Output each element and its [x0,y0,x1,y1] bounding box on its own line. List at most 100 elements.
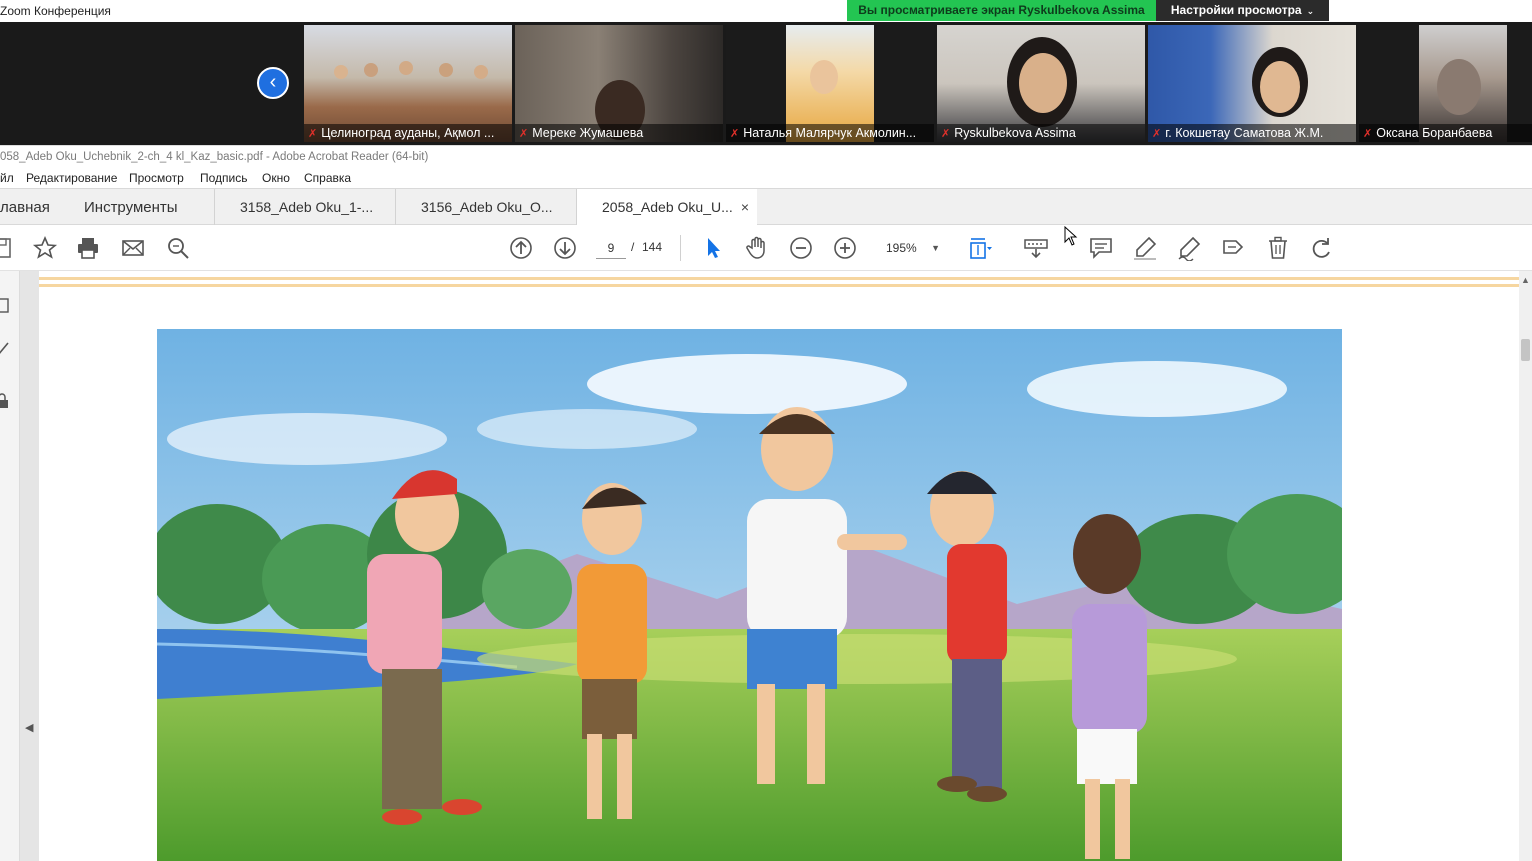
acrobat-titlebar: 058_Adeb Oku_Uchebnik_2-ch_4 kl_Kaz_basi… [0,145,1532,167]
participant-figure [334,65,348,79]
participant-name: ✗ Мереке Жумашева [515,124,723,142]
tab-document-label: 2058_Adeb Oku_U... [602,199,733,215]
participant-name-text: Мереке Жумашева [532,126,644,140]
video-tile[interactable]: ✗ Наталья Малярчук Акмолин... [726,25,934,142]
participant-figure [1019,53,1067,113]
chevron-down-icon: ⌄ [1306,6,1315,16]
zoom-out-icon[interactable] [788,235,814,261]
mouse-cursor-icon [1064,225,1078,251]
textbook-illustration [157,329,1342,861]
scrollbar-thumb[interactable] [1521,339,1530,361]
undo-icon[interactable] [1308,235,1334,261]
tab-document-active[interactable]: 2058_Adeb Oku_U... × [576,189,757,226]
menu-edit[interactable]: Редактирование [26,171,117,185]
chevron-left-icon: ‹ [269,71,277,93]
email-icon[interactable] [120,235,146,261]
chevron-down-icon: ▼ [931,243,940,253]
tab-home[interactable]: лавная [0,199,50,216]
previous-videos-button[interactable]: ‹ [257,67,289,99]
left-navigation-rail [0,271,20,861]
highlight-icon[interactable] [1132,235,1158,261]
zoom-level-value: 195% [886,241,917,255]
participant-name: ✗ Ryskulbekova Assima [937,124,1145,142]
page-separator: / [631,240,635,254]
mic-muted-icon: ✗ [1152,128,1162,140]
mic-muted-icon: ✗ [941,128,951,140]
participant-figure [1437,59,1481,115]
save-icon[interactable] [0,235,16,261]
video-tile[interactable]: ✗ Ryskulbekova Assima [937,25,1145,142]
participant-name-text: Оксана Боранбаева [1376,126,1493,140]
lock-icon[interactable] [0,393,12,409]
video-strip: ‹ ✗ Целиноград ауданы, Ақмол ... ✗ Мереке … [0,22,1532,145]
share-icon[interactable] [1220,235,1246,261]
pdf-page [39,271,1519,861]
select-arrow-icon[interactable] [700,235,726,261]
menu-bar: йл Редактирование Просмотр Подпись Окно … [0,167,1532,188]
zoom-in-icon[interactable] [832,235,858,261]
mic-muted-icon: ✗ [308,128,318,140]
fit-page-icon[interactable] [966,235,992,261]
mic-muted-icon: ✗ [730,128,740,140]
acrobat-window-title: 058_Adeb Oku_Uchebnik_2-ch_4 kl_Kaz_basi… [0,151,429,163]
participant-name: ✗ Наталья Малярчук Акмолин... [726,124,934,142]
participant-name-text: г. Кокшетау Саматова Ж.М. [1165,126,1324,140]
vertical-scrollbar[interactable]: ▲ [1519,271,1532,861]
participant-name-text: Ryskulbekova Assima [954,126,1076,140]
zoom-level-dropdown[interactable]: 195% ▼ [876,237,946,259]
close-tab-icon[interactable]: × [741,189,749,225]
toolbar: 9 / 144 195% ▼ [0,225,1532,271]
menu-help[interactable]: Справка [304,171,351,185]
view-settings-label: Настройки просмотра [1170,3,1302,17]
keyboard-icon[interactable] [1023,235,1049,261]
page-number-input[interactable]: 9 [596,237,626,259]
view-settings-button[interactable]: Настройки просмотра ⌄ [1156,0,1329,21]
tab-document[interactable]: 3156_Adeb Oku_O... [395,189,576,225]
menu-file[interactable]: йл [0,171,14,185]
participant-figure [399,61,413,75]
pages-icon[interactable] [0,297,12,313]
mic-muted-icon: ✗ [1363,128,1373,140]
participant-figure [364,63,378,77]
tab-tools[interactable]: Инструменты [84,199,178,216]
star-icon[interactable] [32,235,58,261]
tab-document-label: 3158_Adeb Oku_1-... [240,199,374,215]
video-tile[interactable]: ✗ г. Кокшетау Саматова Ж.М. [1148,25,1356,142]
tab-document-label: 3156_Adeb Oku_O... [421,199,553,215]
menu-view[interactable]: Просмотр [129,171,184,185]
delete-icon[interactable] [1265,235,1291,261]
participant-name-text: Наталья Малярчук Акмолин... [743,126,917,140]
page-border-stripe [39,277,1519,287]
document-viewer: ◀ ▲ [0,271,1532,861]
sign-icon[interactable] [1176,235,1202,262]
participant-name-text: Целиноград ауданы, Ақмол ... [321,126,495,140]
participant-figure [1260,61,1300,113]
participant-name: ✗ Целиноград ауданы, Ақмол ... [304,124,512,142]
zoom-titlebar: Zoom Конференция Вы просматриваете экран… [0,0,1532,22]
menu-sign[interactable]: Подпись [200,171,248,185]
tab-document[interactable]: 3158_Adeb Oku_1-... [214,189,395,225]
search-icon[interactable] [165,235,191,261]
mic-muted-icon: ✗ [519,128,529,140]
menu-window[interactable]: Окно [262,171,290,185]
participant-figure [474,65,488,79]
participant-figure [439,63,453,77]
zoom-window-title: Zoom Конференция [0,4,111,18]
video-tile[interactable]: ✗ Оксана Боранбаева [1359,25,1532,142]
page-up-icon[interactable] [508,235,534,261]
screen-share-banner: Вы просматриваете экран Ryskulbekova Ass… [847,0,1156,21]
video-tile[interactable]: ✗ Целиноград ауданы, Ақмол ... [304,25,512,142]
participant-figure [810,60,838,94]
comment-icon[interactable] [1088,235,1114,261]
page-total: 144 [642,240,663,254]
scroll-up-icon[interactable]: ▲ [1521,275,1530,285]
print-icon[interactable] [75,235,101,261]
participant-name: ✗ г. Кокшетау Саматова Ж.М. [1148,124,1356,142]
collapse-panel-icon[interactable]: ◀ [25,721,33,734]
attachment-icon[interactable] [0,341,12,357]
participant-name: ✗ Оксана Боранбаева [1359,124,1532,142]
page-down-icon[interactable] [552,235,578,261]
hand-icon[interactable] [744,235,770,261]
video-tile[interactable]: ✗ Мереке Жумашева [515,25,723,142]
toolbar-divider [680,235,681,261]
